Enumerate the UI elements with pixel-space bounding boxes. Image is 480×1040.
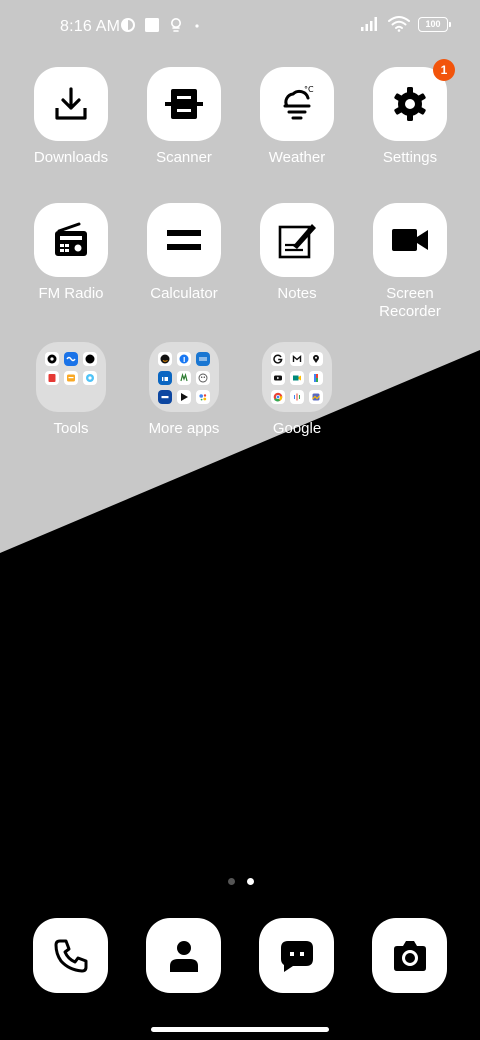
dock-contacts[interactable]	[146, 918, 221, 993]
folder-google[interactable]: Google	[241, 342, 353, 438]
photos-mini-icon	[309, 390, 323, 404]
settings-tile[interactable]: 1	[373, 59, 455, 141]
maps-mini-icon	[309, 352, 323, 366]
app-label: Screen Recorder	[379, 285, 441, 320]
file-manager-mini-icon	[64, 371, 78, 385]
status-bar: 8:16 AM 100	[0, 0, 480, 56]
system-indicators: 100	[360, 16, 451, 32]
weather-cloud-icon: °C	[283, 85, 314, 120]
meet-mini-icon	[290, 371, 304, 385]
gesture-navigation-bar[interactable]	[151, 1027, 329, 1032]
chrome-mini-icon	[271, 390, 285, 404]
cloud-mini-icon	[196, 352, 210, 366]
dock-phone[interactable]	[33, 918, 108, 993]
amazon-mini-icon	[158, 352, 172, 366]
page-dot[interactable]	[228, 878, 235, 885]
message-bubble-icon	[280, 940, 313, 972]
fm-radio-tile[interactable]	[34, 203, 108, 277]
app-label: Calculator	[150, 285, 218, 302]
battery-icon: 100	[418, 16, 451, 32]
wifi-icon	[388, 16, 410, 32]
video-camera-icon	[392, 229, 428, 251]
podcasts-mini-icon	[290, 390, 304, 404]
assistant-mini-icon	[196, 390, 210, 404]
app-weather[interactable]: °C Weather	[241, 67, 353, 167]
compass-mini-icon	[83, 352, 97, 366]
app-settings[interactable]: 1 Settings	[354, 59, 466, 167]
notification-icons	[120, 17, 202, 33]
folder-label: Tools	[53, 420, 89, 437]
app-label: Downloads	[33, 149, 109, 166]
app-calculator[interactable]: Calculator	[128, 203, 240, 303]
location-pin-icon	[171, 18, 181, 32]
reader-mini-icon	[45, 371, 59, 385]
facebook-mini-icon	[177, 352, 191, 366]
app-fm-radio[interactable]: FM Radio	[15, 203, 127, 303]
notification-badge: 1	[433, 59, 455, 81]
radio-icon	[55, 222, 87, 256]
scanner-tile[interactable]	[147, 67, 221, 141]
dock-messages[interactable]	[259, 918, 334, 993]
weather-unit: °C	[304, 85, 314, 94]
dock-camera[interactable]	[372, 918, 447, 993]
equals-icon	[167, 230, 201, 250]
youtube-mini-icon	[271, 371, 285, 385]
bank-mini-icon	[158, 390, 172, 404]
folder-label: Google	[272, 420, 322, 437]
google-one-mini-icon	[309, 371, 323, 385]
more-apps-folder-tile[interactable]	[149, 342, 219, 412]
app-label: Notes	[277, 285, 317, 302]
screenshot-notification-icon	[145, 18, 159, 32]
app-screen-recorder[interactable]: Screen Recorder	[354, 203, 466, 321]
play-store-mini-icon	[177, 390, 191, 404]
status-time: 8:16 AM	[60, 18, 121, 35]
game-mini-icon	[196, 371, 210, 385]
folder-label: More apps	[148, 420, 220, 437]
folder-more-apps[interactable]: More apps	[128, 342, 240, 438]
battery-level: 100	[425, 19, 441, 29]
scanner-icon	[165, 89, 203, 119]
clone-phone-mini-icon	[64, 352, 78, 366]
notes-pencil-icon	[278, 224, 316, 259]
app-scanner[interactable]: Scanner	[128, 67, 240, 167]
data-saver-icon	[121, 18, 135, 32]
downloads-tile[interactable]	[34, 67, 108, 141]
google-mini-icon	[271, 352, 285, 366]
linkedin-mini-icon	[158, 371, 172, 385]
download-icon	[55, 87, 87, 120]
app-label: FM Radio	[38, 285, 104, 302]
screen-recorder-tile[interactable]	[373, 203, 447, 277]
gear-icon	[394, 87, 426, 121]
person-icon	[169, 940, 198, 972]
folder-tools[interactable]: Tools	[15, 342, 127, 438]
page-indicator	[228, 878, 254, 885]
shopping-mini-icon	[177, 371, 191, 385]
signal-icon	[361, 17, 377, 31]
page-dot-active[interactable]	[247, 878, 254, 885]
gmail-mini-icon	[290, 352, 304, 366]
camera-icon	[393, 940, 426, 971]
app-downloads[interactable]: Downloads	[15, 67, 127, 167]
phone-icon	[54, 939, 87, 972]
google-folder-tile[interactable]	[262, 342, 332, 412]
tools-folder-tile[interactable]	[36, 342, 106, 412]
recorder-mini-icon	[45, 352, 59, 366]
app-label: Scanner	[156, 149, 212, 166]
calculator-tile[interactable]	[147, 203, 221, 277]
phone-manager-mini-icon	[83, 371, 97, 385]
app-notes[interactable]: Notes	[241, 203, 353, 303]
app-label: Weather	[268, 149, 326, 166]
app-label: Settings	[382, 149, 438, 166]
weather-tile[interactable]: °C	[260, 67, 334, 141]
notes-tile[interactable]	[260, 203, 334, 277]
more-notifications-dot-icon	[195, 24, 199, 28]
